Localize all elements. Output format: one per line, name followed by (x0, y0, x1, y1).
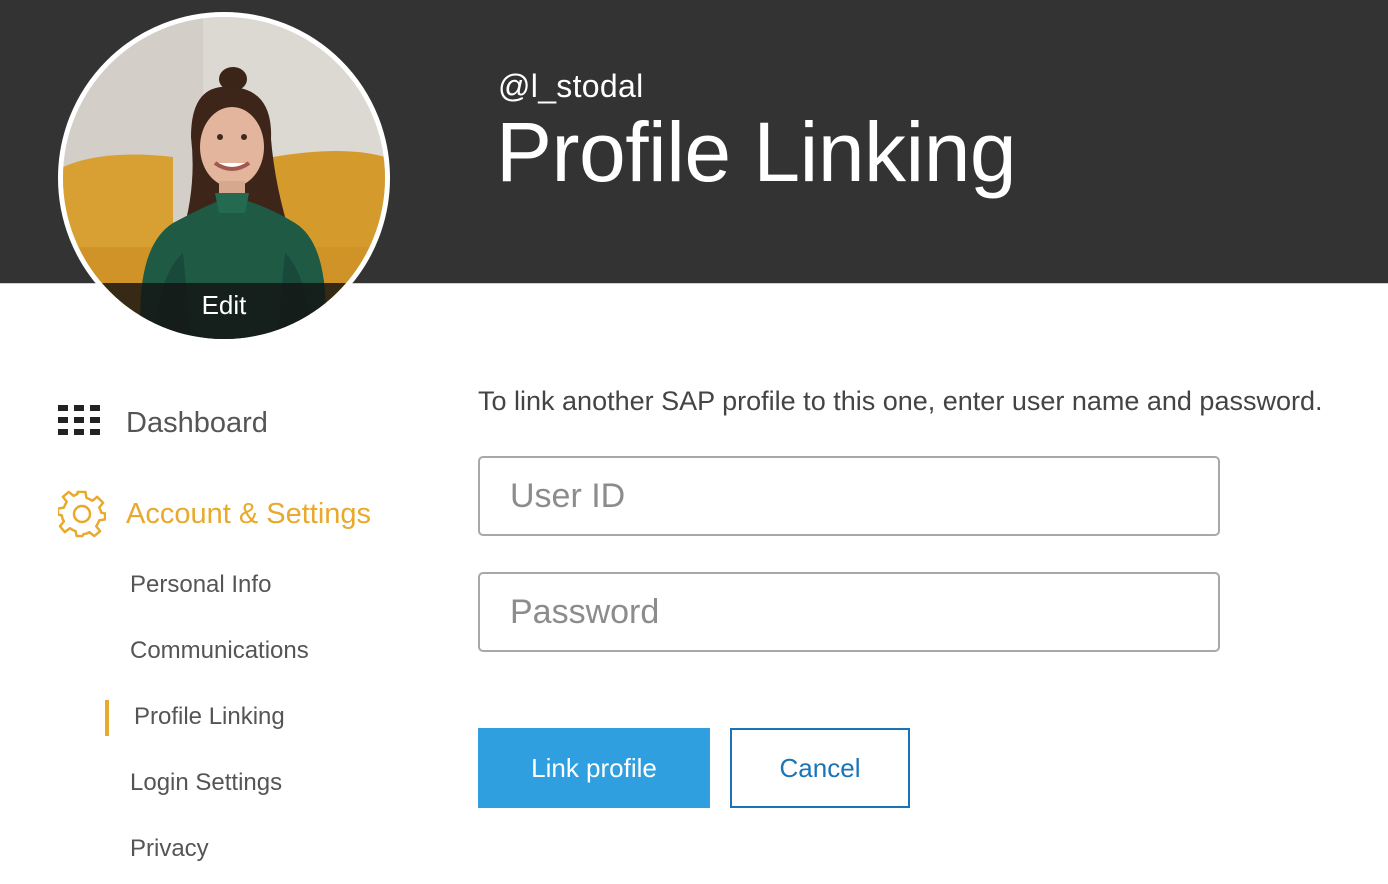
intro-text: To link another SAP profile to this one,… (478, 386, 1323, 416)
sidebar-item-label: Account & Settings (126, 497, 372, 530)
gear-icon (58, 490, 106, 538)
sidebar-subitem-login-settings[interactable]: Login Settings (130, 769, 282, 797)
sidebar-item-dashboard[interactable]: Dashboard (58, 405, 268, 441)
sidebar-subitem-communications[interactable]: Communications (130, 637, 309, 665)
sidebar-subitem-personal-info[interactable]: Personal Info (130, 571, 271, 599)
link-profile-button[interactable]: Link profile (478, 728, 710, 808)
password-input[interactable] (478, 572, 1220, 652)
cancel-button[interactable]: Cancel (730, 728, 910, 808)
avatar-edit-label[interactable]: Edit (63, 283, 385, 339)
avatar[interactable]: Edit (58, 12, 390, 344)
active-indicator (105, 700, 109, 736)
user-handle: @l_stodal (498, 68, 644, 104)
sidebar-subitem-privacy[interactable]: Privacy (130, 835, 209, 863)
page-title: Profile Linking (496, 105, 1017, 199)
page: @l_stodal Profile Linking Edit Dashboard… (0, 0, 1388, 884)
grid-icon (58, 405, 100, 435)
sidebar-item-label: Dashboard (126, 406, 268, 439)
sidebar-subitem-profile-linking[interactable]: Profile Linking (134, 703, 285, 731)
sidebar-item-account-settings[interactable]: Account & Settings (58, 490, 371, 538)
user-id-input[interactable] (478, 456, 1220, 536)
